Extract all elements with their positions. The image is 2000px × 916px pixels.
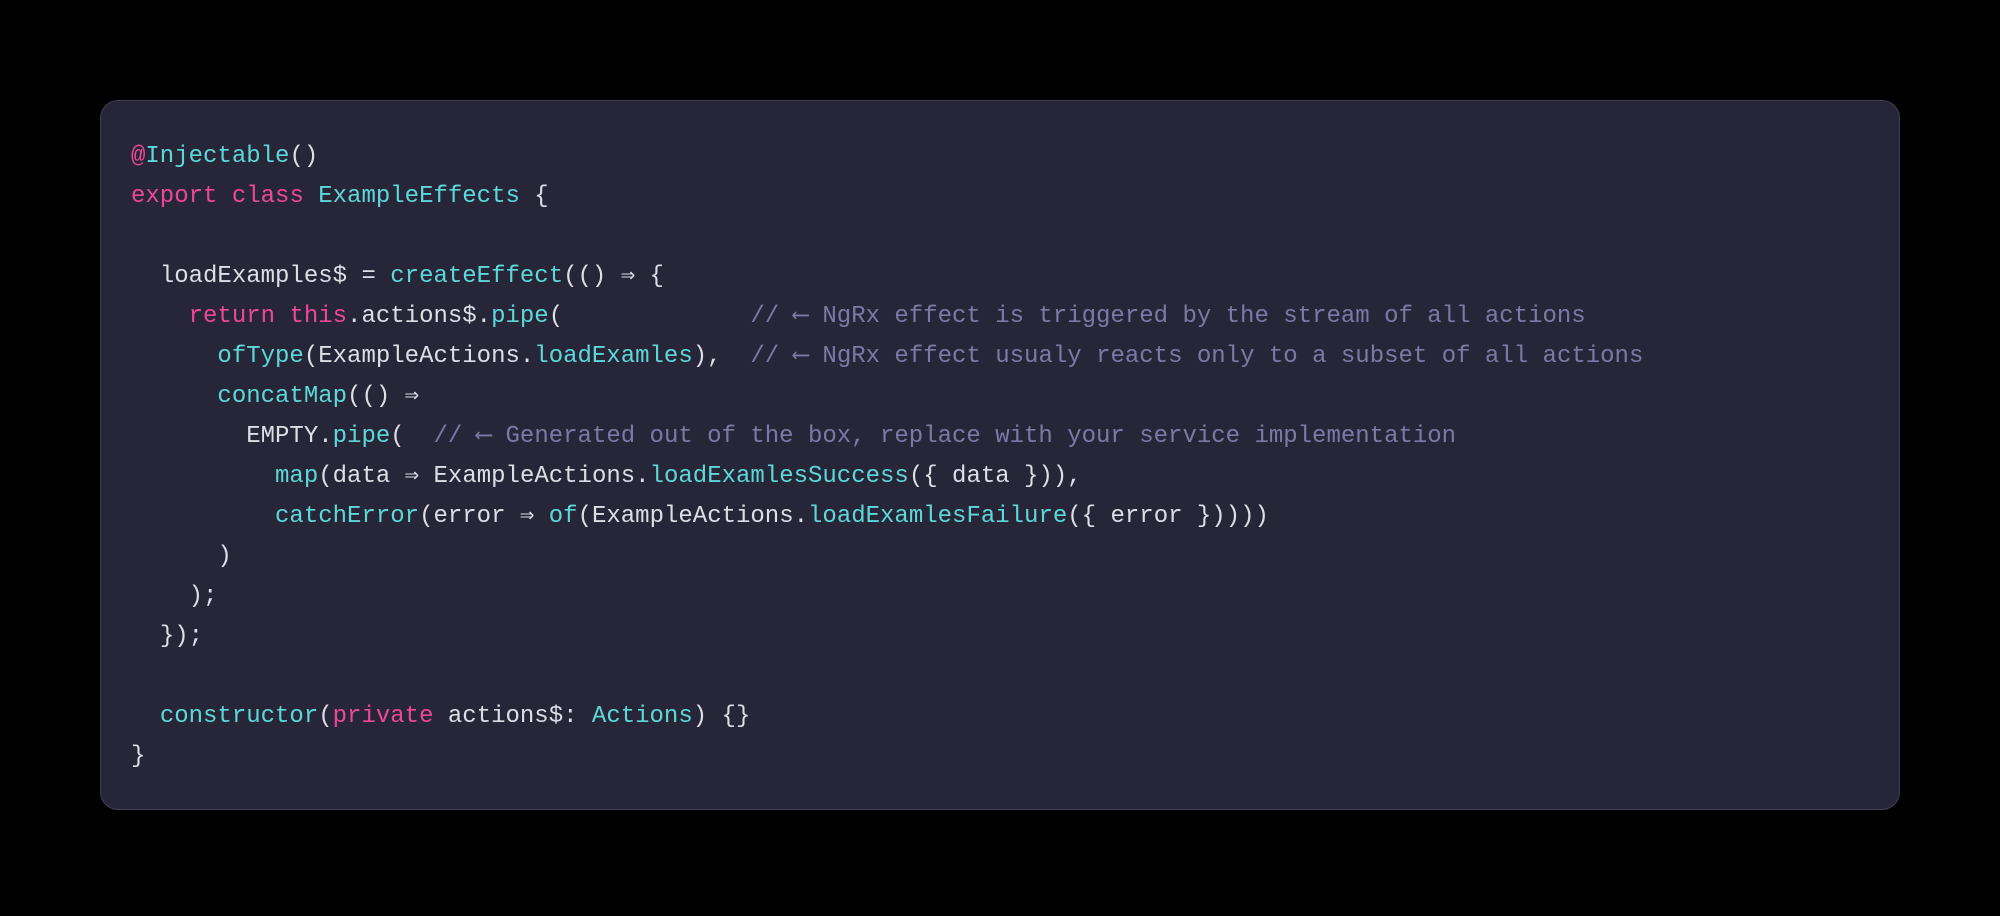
- paren-open: (: [318, 703, 332, 730]
- arrow: ⇒: [390, 463, 433, 490]
- indent: [131, 263, 160, 290]
- kw-constructor: constructor: [160, 703, 318, 730]
- space: [433, 703, 447, 730]
- fn-pipe: pipe: [333, 423, 391, 450]
- indent: [131, 303, 189, 330]
- param-actions: actions$: [448, 703, 563, 730]
- space: [275, 303, 289, 330]
- stmt-close: );: [189, 583, 218, 610]
- fn-pipe: pipe: [491, 303, 549, 330]
- lambda-open: (() ⇒ {: [563, 263, 664, 290]
- decorator-paren: (): [289, 143, 318, 170]
- dot: .: [318, 423, 332, 450]
- fn-loadExamlesSuccess: loadExamlesSuccess: [650, 463, 909, 490]
- paren-open: (: [549, 303, 563, 330]
- dot: .: [477, 303, 491, 330]
- indent: [131, 583, 189, 610]
- dot: .: [794, 503, 808, 530]
- indent: [131, 343, 217, 370]
- kw-private: private: [333, 703, 434, 730]
- indent: [131, 703, 160, 730]
- gap: [722, 343, 751, 370]
- const-EMPTY: EMPTY: [246, 423, 318, 450]
- comment-line5: // ⟵ NgRx effect is triggered by the str…: [750, 303, 1585, 330]
- args-close: })),: [1010, 463, 1082, 490]
- fn-map: map: [275, 463, 318, 490]
- indent: [131, 503, 275, 530]
- arrow: ⇒: [505, 503, 548, 530]
- gap: [405, 423, 434, 450]
- colon: :: [563, 703, 592, 730]
- lambda: (() ⇒: [347, 383, 419, 410]
- paren-open: (: [318, 463, 332, 490]
- fn-createEffect: createEffect: [390, 263, 563, 290]
- args-open: ({: [909, 463, 952, 490]
- dot: .: [520, 343, 534, 370]
- paren-open: (: [390, 423, 404, 450]
- dot: .: [347, 303, 361, 330]
- comment-line6: // ⟵ NgRx effect usualy reacts only to a…: [750, 343, 1643, 370]
- indent: [131, 383, 217, 410]
- ns-ExampleActions: ExampleActions: [318, 343, 520, 370]
- ns-ExampleActions: ExampleActions: [592, 503, 794, 530]
- type-Actions: Actions: [592, 703, 693, 730]
- code-block: @Injectable() export class ExampleEffect…: [131, 137, 1869, 777]
- fn-loadExamles: loadExamles: [534, 343, 692, 370]
- args-close: })))): [1183, 503, 1284, 530]
- fn-of: of: [549, 503, 578, 530]
- block-close: });: [160, 623, 203, 650]
- ns-ExampleActions: ExampleActions: [434, 463, 636, 490]
- kw-this: this: [289, 303, 347, 330]
- args-open: ({: [1067, 503, 1110, 530]
- fn-concatMap: concatMap: [217, 383, 347, 410]
- param-data: data: [333, 463, 391, 490]
- gap: [563, 303, 750, 330]
- param-error: error: [433, 503, 505, 530]
- property-loadExamples: loadExamples$: [160, 263, 347, 290]
- kw-return: return: [189, 303, 275, 330]
- fn-loadExamlesFailure: loadExamlesFailure: [808, 503, 1067, 530]
- paren-close: ),: [693, 343, 722, 370]
- paren-open: (: [304, 343, 318, 370]
- paren-open: (: [578, 503, 592, 530]
- class-name: ExampleEffects: [318, 183, 520, 210]
- kw-export: export: [131, 183, 217, 210]
- decorator-name: Injectable: [145, 143, 289, 170]
- indent: [131, 543, 217, 570]
- decorator-at: @: [131, 143, 145, 170]
- var-actions: actions$: [361, 303, 476, 330]
- comment-line8: // ⟵ Generated out of the box, replace w…: [433, 423, 1456, 450]
- paren-open: (: [419, 503, 433, 530]
- kw-class: class: [232, 183, 304, 210]
- code-panel: @Injectable() export class ExampleEffect…: [100, 100, 1900, 810]
- class-close-brace: }: [131, 743, 145, 770]
- prop-error: error: [1110, 503, 1182, 530]
- prop-data: data: [952, 463, 1010, 490]
- fn-ofType: ofType: [217, 343, 303, 370]
- dot: .: [635, 463, 649, 490]
- fn-catchError: catchError: [275, 503, 419, 530]
- indent: [131, 623, 160, 650]
- paren-close: ): [217, 543, 231, 570]
- eq: =: [347, 263, 390, 290]
- indent: [131, 423, 246, 450]
- ctor-close: ) {}: [693, 703, 751, 730]
- brace-open: {: [520, 183, 549, 210]
- indent: [131, 463, 275, 490]
